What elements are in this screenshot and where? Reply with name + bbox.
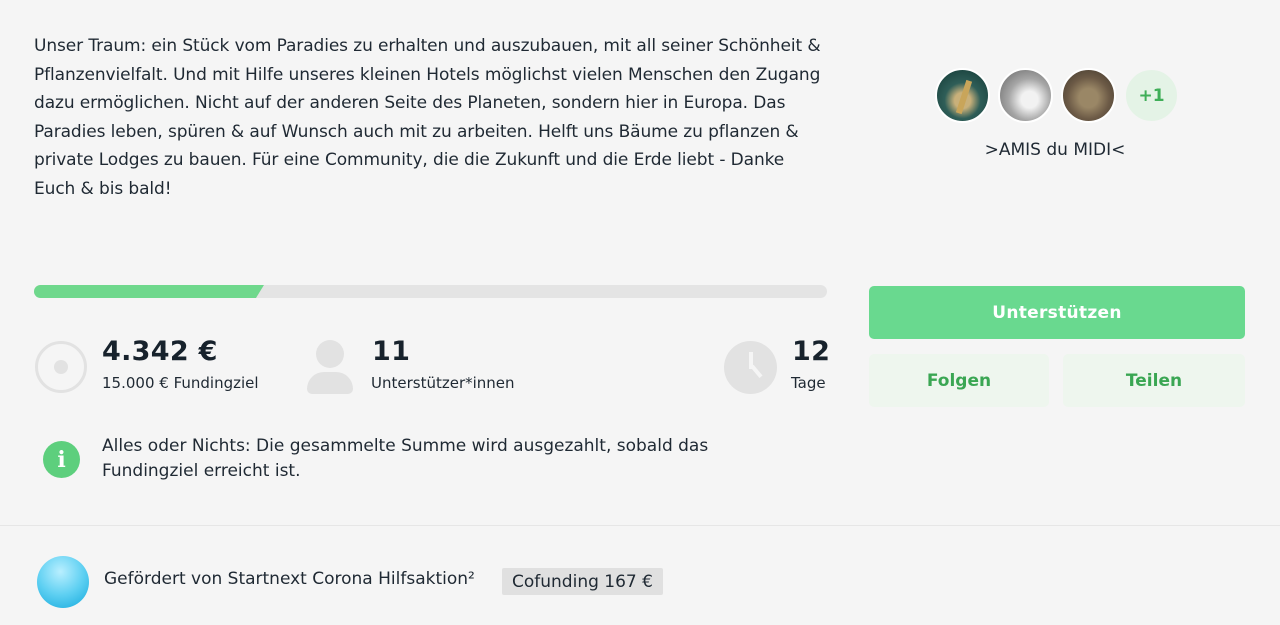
- funding-progress-fill: [34, 285, 264, 298]
- team-avatars: +1: [935, 68, 1180, 123]
- share-button[interactable]: Teilen: [1063, 354, 1245, 407]
- clock-icon: [724, 341, 777, 394]
- team-section: +1 >AMIS du MIDI<: [935, 68, 1180, 160]
- target-icon: [35, 341, 87, 393]
- all-or-nothing-info: Alles oder Nichts: Die gesammelte Summe …: [102, 436, 709, 481]
- sponsor-text[interactable]: Gefördert von Startnext Corona Hilfsakti…: [104, 569, 475, 589]
- avatar[interactable]: [1061, 68, 1116, 123]
- person-icon: [305, 340, 355, 394]
- avatar[interactable]: [998, 68, 1053, 123]
- project-description: Unser Traum: ein Stück vom Paradies zu e…: [34, 36, 821, 199]
- supporter-label: Unterstützer*innen: [371, 374, 515, 392]
- support-button[interactable]: Unterstützen: [869, 286, 1245, 339]
- follow-button[interactable]: Folgen: [869, 354, 1049, 407]
- info-icon: i: [43, 441, 80, 478]
- days-label: Tage: [791, 374, 826, 392]
- avatar[interactable]: [935, 68, 990, 123]
- project-page: Unser Traum: ein Stück vom Paradies zu e…: [0, 0, 1280, 625]
- days-remaining: 12: [792, 336, 831, 367]
- funding-amount: 4.342 €: [102, 336, 218, 367]
- team-name[interactable]: >AMIS du MIDI<: [895, 140, 1215, 160]
- sponsor-logo: [37, 556, 89, 608]
- section-divider: [0, 525, 1280, 526]
- more-team-members-badge[interactable]: +1: [1124, 68, 1179, 123]
- funding-progress-bar: [34, 285, 827, 298]
- funding-goal-label: 15.000 € Fundingziel: [102, 374, 259, 392]
- supporter-count: 11: [372, 336, 411, 367]
- cofunding-badge: Cofunding 167 €: [502, 568, 663, 595]
